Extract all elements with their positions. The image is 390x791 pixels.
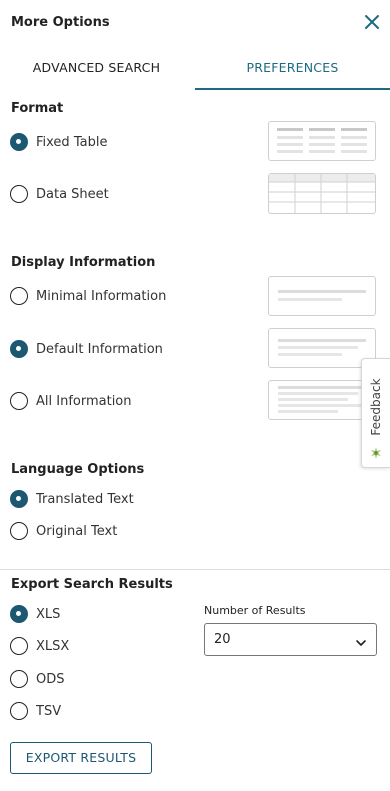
- export-option-tsv[interactable]: TSV: [10, 700, 61, 722]
- radio-label: XLS: [36, 606, 61, 622]
- export-option-xls[interactable]: XLS: [10, 603, 60, 625]
- radio-label: Minimal Information: [36, 288, 167, 304]
- default-info-preview-icon: [268, 328, 376, 368]
- format-option-data-sheet[interactable]: Data Sheet: [10, 183, 109, 205]
- display-section-title: Display Information: [11, 255, 156, 270]
- tab-advanced-search[interactable]: ADVANCED SEARCH: [0, 46, 193, 90]
- radio-label: Default Information: [36, 341, 163, 357]
- display-option-default[interactable]: Default Information: [10, 338, 163, 360]
- display-option-all[interactable]: All Information: [10, 390, 132, 412]
- radio-selected-icon[interactable]: [10, 133, 28, 151]
- all-info-preview-icon: [268, 380, 376, 420]
- format-option-fixed-table[interactable]: Fixed Table: [10, 131, 107, 153]
- radio-label: Fixed Table: [36, 134, 108, 150]
- radio-unselected-icon[interactable]: [10, 702, 28, 720]
- feedback-label: Feedback: [369, 378, 383, 436]
- radio-selected-icon[interactable]: [10, 605, 28, 623]
- export-option-ods[interactable]: ODS: [10, 668, 65, 690]
- feedback-tab[interactable]: Feedback: [361, 358, 390, 468]
- export-section-title: Export Search Results: [11, 577, 173, 592]
- radio-label: Original Text: [36, 523, 118, 539]
- minimal-info-preview-icon: [268, 276, 376, 316]
- language-option-original[interactable]: Original Text: [10, 520, 117, 542]
- radio-unselected-icon[interactable]: [10, 185, 28, 203]
- language-option-translated[interactable]: Translated Text: [10, 488, 134, 510]
- radio-label: ODS: [36, 671, 65, 687]
- close-icon[interactable]: [360, 8, 384, 36]
- options-tabs: ADVANCED SEARCH PREFERENCES: [0, 46, 390, 90]
- radio-unselected-icon[interactable]: [10, 670, 28, 688]
- panel-header: More Options: [0, 0, 390, 46]
- data-sheet-preview-icon: [268, 173, 376, 214]
- tab-preferences[interactable]: PREFERENCES: [195, 46, 390, 90]
- export-results-button[interactable]: EXPORT RESULTS: [10, 742, 152, 774]
- radio-unselected-icon[interactable]: [10, 392, 28, 410]
- radio-label: XLSX: [36, 638, 70, 654]
- select-value: 20: [214, 632, 231, 647]
- chevron-down-icon: [355, 634, 367, 653]
- panel-title: More Options: [11, 15, 110, 30]
- radio-unselected-icon[interactable]: [10, 637, 28, 655]
- language-section-title: Language Options: [11, 462, 145, 477]
- number-of-results-label: Number of Results: [204, 604, 306, 617]
- radio-unselected-icon[interactable]: [10, 522, 28, 540]
- radio-label: Data Sheet: [36, 186, 109, 202]
- number-of-results-select[interactable]: 20: [204, 623, 377, 656]
- radio-selected-icon[interactable]: [10, 340, 28, 358]
- export-option-xlsx[interactable]: XLSX: [10, 635, 69, 657]
- radio-selected-icon[interactable]: [10, 490, 28, 508]
- fixed-table-preview-icon: [268, 121, 376, 161]
- section-divider: [0, 569, 390, 570]
- feedback-icon: [367, 444, 385, 466]
- radio-label: Translated Text: [36, 491, 134, 507]
- radio-label: All Information: [36, 393, 132, 409]
- radio-label: TSV: [36, 703, 62, 719]
- radio-unselected-icon[interactable]: [10, 287, 28, 305]
- format-section-title: Format: [11, 101, 64, 116]
- display-option-minimal[interactable]: Minimal Information: [10, 285, 166, 307]
